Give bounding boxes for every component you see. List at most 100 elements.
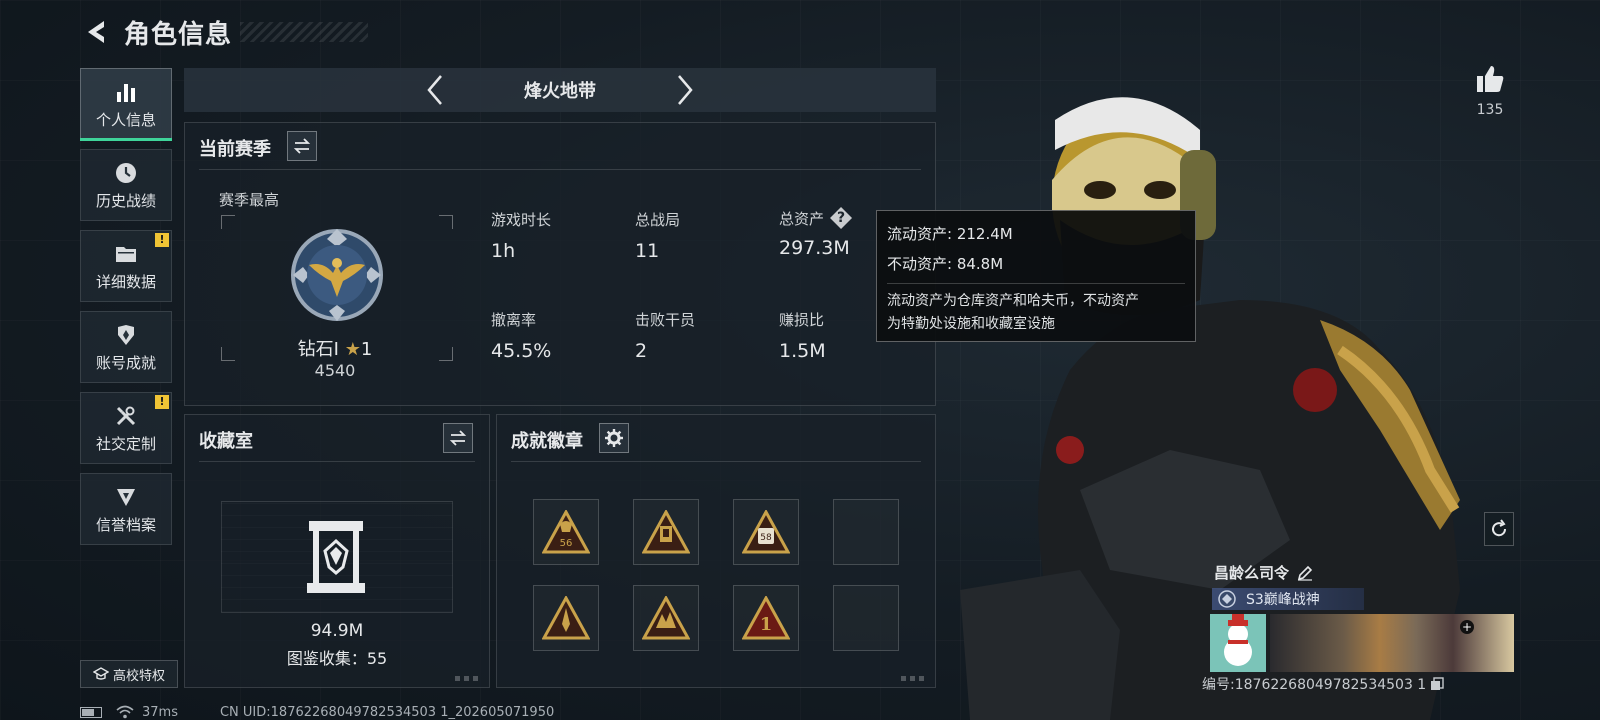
history-icon <box>113 160 139 186</box>
badge-number: 58 <box>760 533 772 543</box>
tooltip-description-line-2: 为特勤处设施和收藏室设施 <box>887 316 1055 332</box>
player-name-row: 昌龄么司令 <box>1214 562 1313 583</box>
current-season-panel: 当前赛季 赛季最高 钻石I ★1 4540 游戏时长 1h 总战局 11 总资产… <box>184 122 936 406</box>
stat-extraction-rate: 撤离率 45.5% <box>491 309 551 362</box>
swap-icon <box>293 138 311 154</box>
achievements-title: 成就徽章 <box>511 431 583 452</box>
achievement-badge-slot-empty[interactable] <box>833 499 899 565</box>
corner-decoration <box>901 676 927 681</box>
sidebar-item-label: 详细数据 <box>95 272 156 291</box>
stat-kills: 击败干员 2 <box>635 309 695 362</box>
add-circle-icon[interactable]: + <box>1460 620 1474 634</box>
rank-title: 钻石I <box>297 339 339 360</box>
back-button[interactable] <box>80 17 110 47</box>
alert-badge: ! <box>155 233 169 247</box>
stat-label: 总资产 <box>779 209 825 228</box>
header: 角色信息 <box>80 14 232 50</box>
rank-name: 钻石I ★1 <box>265 335 405 361</box>
sidebar-item-history[interactable]: 历史战绩 <box>80 149 172 221</box>
stat-play-time: 游戏时长 1h <box>491 209 551 262</box>
prev-season-button[interactable] <box>420 70 450 110</box>
battery-icon <box>80 706 102 718</box>
rank-score: 4540 <box>314 361 356 380</box>
chevron-right-icon <box>678 75 693 105</box>
rotate-view-button[interactable] <box>1484 512 1514 546</box>
copy-icon[interactable] <box>1430 677 1444 691</box>
achievement-badge-slot[interactable] <box>633 585 699 651</box>
player-id-row: 编号:18762268049782534503 1 <box>1202 674 1444 694</box>
switch-season-button[interactable] <box>287 131 317 161</box>
status-bar: 37ms CN UID:18762268049782534503 1_20260… <box>80 704 554 720</box>
player-id: 编号:18762268049782534503 1 <box>1202 677 1427 693</box>
snowman-avatar-icon <box>1224 614 1252 666</box>
divider <box>199 169 921 170</box>
graduation-cap-icon <box>92 667 109 680</box>
tooltip-description-line-1: 流动资产为仓库资产和哈夫币，不动资产 <box>887 293 1139 309</box>
achievements-panel: 成就徽章 56 58 1 <box>496 414 936 688</box>
edit-pencil-icon[interactable] <box>1297 565 1313 581</box>
stat-value: 11 <box>635 240 660 262</box>
sidebar-item-details[interactable]: ! 详细数据 <box>80 230 172 302</box>
player-title-badge[interactable]: S3巅峰战神 <box>1212 588 1364 610</box>
stat-label: 赚损比 <box>779 311 825 329</box>
sidebar-item-reputation[interactable]: 信誉档案 <box>80 473 172 545</box>
achievement-badge-slot[interactable] <box>533 585 599 651</box>
liquid-assets: 流动资产: 212.4M <box>887 225 1013 243</box>
fixed-assets: 不动资产: 84.8M <box>887 255 1004 273</box>
folder-icon <box>113 241 139 267</box>
season-best-label: 赛季最高 <box>219 191 280 209</box>
avatar-card[interactable] <box>1210 614 1266 672</box>
like-count: 135 <box>1476 102 1504 118</box>
campus-privilege-button[interactable]: 高校特权 <box>80 660 178 688</box>
collection-value: 94.9M <box>310 621 364 641</box>
stat-value: 45.5% <box>491 340 552 362</box>
gear-icon <box>605 429 623 447</box>
sidebar-item-personal-info[interactable]: 个人信息 <box>80 68 172 141</box>
stat-profit-ratio: 赚损比 1.5M <box>779 309 826 362</box>
triangle-badge-icon <box>642 510 690 554</box>
next-season-button[interactable] <box>670 70 700 110</box>
alert-badge: ! <box>155 395 169 409</box>
wifi-icon <box>116 705 134 719</box>
refresh-icon <box>1492 519 1507 537</box>
achievement-badge-slot[interactable] <box>633 499 699 565</box>
tooltip-divider <box>887 283 1185 284</box>
achievement-badge-slot[interactable]: 1 <box>733 585 799 651</box>
sidebar-item-social[interactable]: ! 社交定制 <box>80 392 172 464</box>
reputation-icon <box>113 484 139 510</box>
divider <box>511 461 921 462</box>
season-name: 烽火地带 <box>524 81 596 102</box>
ping-value: 37ms <box>142 704 178 720</box>
back-arrow-icon <box>88 21 104 43</box>
uid-text: CN UID:18762268049782534503 1_2026050719… <box>219 704 555 720</box>
bar-chart-icon <box>113 79 139 105</box>
collection-count: 图鉴收集：55 <box>286 649 388 668</box>
title-decoration <box>240 22 368 42</box>
sidebar-item-achievements[interactable]: 账号成就 <box>80 311 172 383</box>
help-icon[interactable]: ? <box>830 207 853 229</box>
page-title: 角色信息 <box>124 19 233 50</box>
like-button[interactable]: 135 <box>1466 64 1514 118</box>
stat-total-assets: 总资产? 297.3M <box>779 207 853 259</box>
swap-icon <box>449 430 467 446</box>
collection-panel: 收藏室 94.9M 图鉴收集：55 <box>184 414 490 688</box>
triangle-badge-icon <box>542 596 590 640</box>
player-title: S3巅峰战神 <box>1246 592 1320 608</box>
achievement-badge-slot-empty[interactable] <box>833 585 899 651</box>
achievement-badge-slot[interactable]: 58 <box>733 499 799 565</box>
stat-value: 1.5M <box>779 340 826 362</box>
badge-settings-button[interactable] <box>599 423 629 453</box>
banner-card[interactable]: + <box>1270 614 1514 672</box>
player-card-strip: + <box>1210 614 1514 672</box>
corner-decoration <box>455 676 481 681</box>
collection-title: 收藏室 <box>199 431 253 452</box>
switch-collection-button[interactable] <box>443 423 473 453</box>
assets-tooltip: 流动资产: 212.4M 不动资产: 84.8M 流动资产为仓库资产和哈夫币，不… <box>876 210 1196 342</box>
title-emblem-icon <box>1218 590 1236 608</box>
divider <box>199 461 475 462</box>
achievement-icon <box>113 322 139 348</box>
star-icon: ★ <box>344 339 361 360</box>
achievement-badge-slot[interactable]: 56 <box>533 499 599 565</box>
badge-number: 56 <box>560 538 573 549</box>
stat-label: 游戏时长 <box>491 211 552 229</box>
